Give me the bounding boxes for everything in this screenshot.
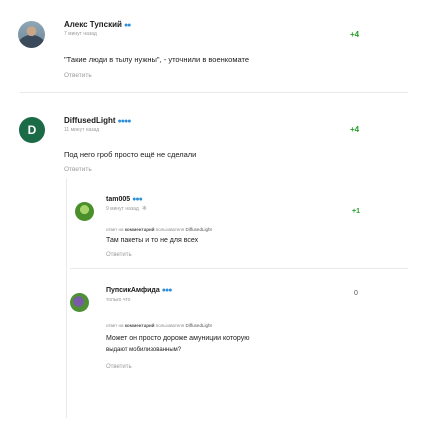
comment-text-line1: Может он просто дороже амуниции которую bbox=[106, 335, 250, 342]
context-link[interactable]: комментарий bbox=[125, 323, 155, 328]
divider bbox=[20, 92, 408, 93]
comment-text: Там пакеты и то не для всех bbox=[106, 237, 199, 244]
rank-badge: ●●●● bbox=[117, 118, 132, 125]
comment-rating[interactable]: +4 bbox=[350, 125, 359, 134]
comment-text: "Такие люди в тылу нужны", - уточнили в … bbox=[64, 55, 249, 64]
avatar[interactable] bbox=[18, 21, 45, 48]
reply-button[interactable]: Ответить bbox=[64, 72, 92, 79]
avatar[interactable] bbox=[70, 293, 89, 312]
comment-text: Под него гроб просто ещё не сделали bbox=[64, 150, 197, 159]
reply-context: ответ на комментарий пользователя Diffus… bbox=[106, 323, 212, 328]
comment-rating[interactable]: 0 bbox=[354, 290, 358, 297]
rank-badge: ●●● bbox=[132, 196, 143, 203]
context-user-link[interactable]: DiffusedLight bbox=[186, 323, 212, 328]
author-name[interactable]: tam005 ●●● bbox=[106, 196, 143, 203]
comment-time: 11 минут назад bbox=[64, 127, 100, 133]
comment-time: 7 минут назад bbox=[64, 31, 97, 37]
author-name[interactable]: Пупсик‌Амфида ●●● bbox=[106, 287, 173, 294]
author-name[interactable]: DiffusedLight ●●●● bbox=[64, 116, 132, 125]
rank-badge: ●● bbox=[123, 22, 132, 29]
reply-button[interactable]: Ответить bbox=[106, 364, 132, 370]
comment-rating[interactable]: +4 bbox=[350, 30, 359, 39]
rank-badge: ●●● bbox=[161, 287, 173, 294]
thread-line bbox=[66, 178, 67, 418]
context-link[interactable]: комментарий bbox=[125, 227, 155, 232]
snowflake-icon: ❄ bbox=[141, 206, 147, 212]
reply-button[interactable]: Ответить bbox=[64, 166, 92, 173]
reply-button[interactable]: Ответить bbox=[106, 252, 132, 258]
avatar[interactable]: D bbox=[19, 117, 45, 143]
author-name[interactable]: Алекс Тупский ●● bbox=[64, 20, 132, 29]
reply-context: ответ на комментарий пользователя Diffus… bbox=[106, 227, 212, 232]
avatar[interactable] bbox=[75, 202, 94, 221]
comment-text-line2: выдают мобилизованным? bbox=[106, 347, 182, 353]
context-user-link[interactable]: DiffusedLight bbox=[186, 227, 212, 232]
divider bbox=[70, 268, 408, 269]
comment-time: 9 минут назад ❄ bbox=[106, 206, 147, 212]
comment-rating[interactable]: +1 bbox=[352, 208, 360, 215]
comment-time: только что bbox=[106, 297, 131, 303]
